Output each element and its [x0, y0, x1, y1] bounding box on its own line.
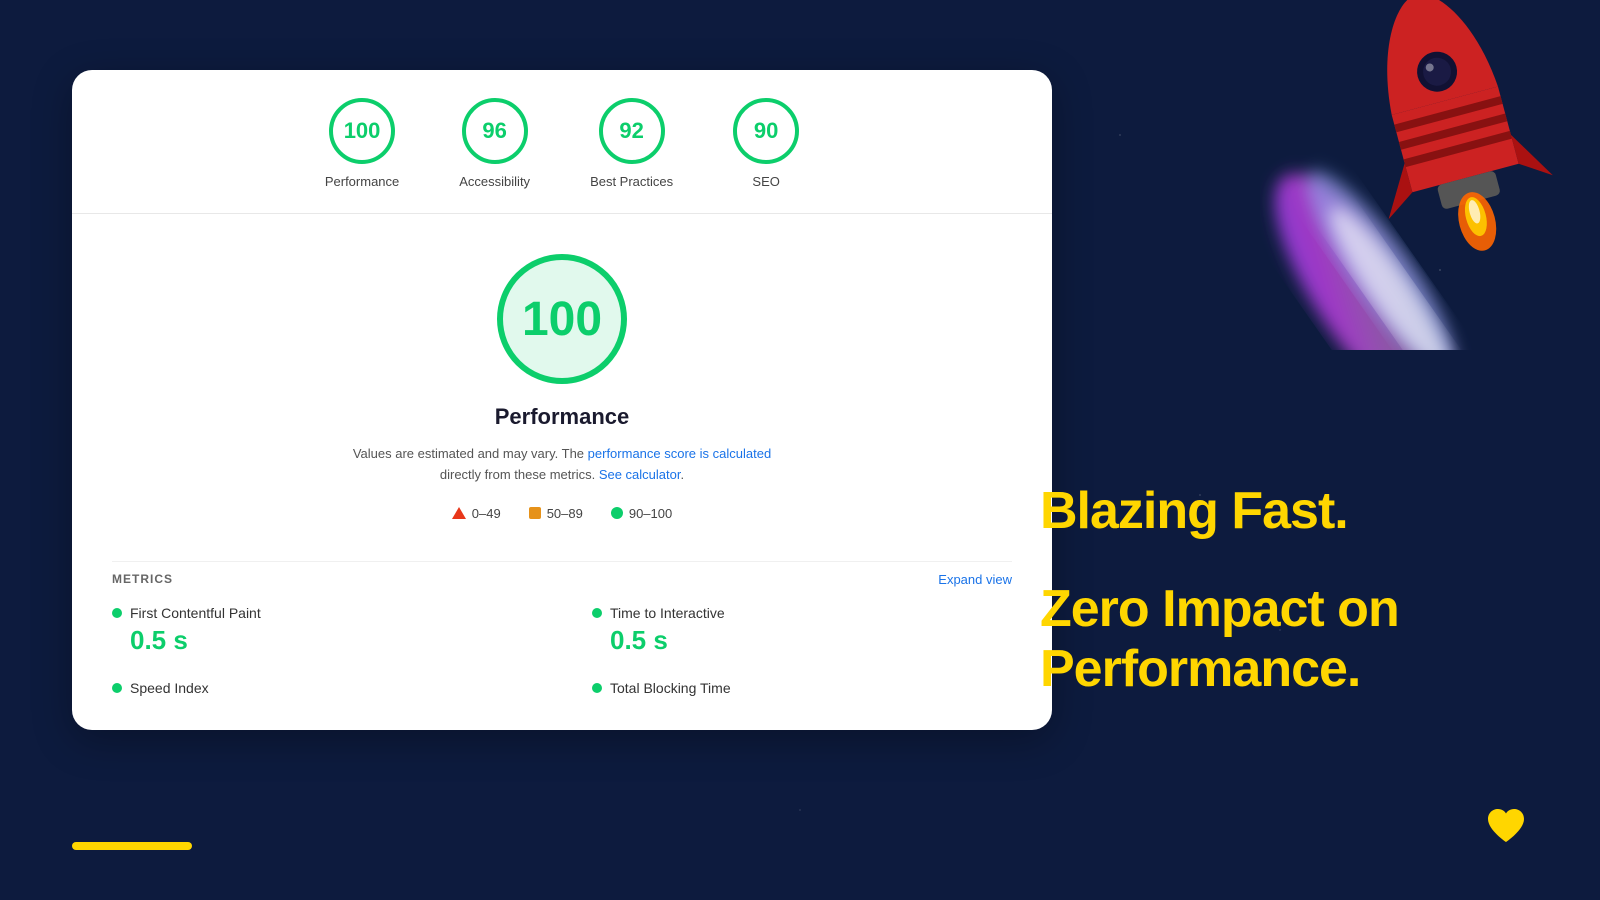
metric-value-tti: 0.5 s [592, 625, 1012, 656]
metric-item-tti: Time to Interactive 0.5 s [592, 605, 1012, 656]
desc-prefix: Values are estimated and may vary. The [353, 446, 588, 461]
score-value-seo: 90 [754, 118, 778, 144]
desc-suffix: . [680, 467, 684, 482]
performance-title: Performance [495, 404, 630, 430]
legend: 0–49 50–89 90–100 [452, 506, 672, 521]
metric-name-row-fcp: First Contentful Paint [112, 605, 532, 621]
desc-middle: directly from these metrics. [440, 467, 599, 482]
metric-name-row-tti: Time to Interactive [592, 605, 1012, 621]
score-value-accessibility: 96 [482, 118, 506, 144]
rocket-svg [1320, 0, 1580, 270]
legend-range-fail: 0–49 [472, 506, 501, 521]
metric-name-si: Speed Index [130, 680, 209, 696]
score-circle-performance: 100 [329, 98, 395, 164]
metric-name-tti: Time to Interactive [610, 605, 725, 621]
score-item-best-practices[interactable]: 92 Best Practices [590, 98, 673, 189]
heart-path [1488, 809, 1524, 842]
rocket-fin-right [1511, 127, 1553, 183]
metric-value-fcp: 0.5 s [112, 625, 532, 656]
triangle-icon [452, 507, 466, 519]
legend-item-average: 50–89 [529, 506, 583, 521]
metric-name-row-si: Speed Index [112, 680, 532, 696]
text-content: Blazing Fast. Zero Impact on Performance… [1040, 263, 1399, 700]
score-value-best-practices: 92 [619, 118, 643, 144]
metrics-label: METRICS [112, 572, 173, 586]
performance-description: Values are estimated and may vary. The p… [353, 444, 771, 486]
score-item-seo[interactable]: 90 SEO [733, 98, 799, 189]
left-panel: 100 Performance 96 Accessibility 92 Best… [72, 70, 1052, 730]
subheadline: Zero Impact on Performance. [1040, 580, 1399, 700]
metric-item-fcp: First Contentful Paint 0.5 s [112, 605, 532, 656]
metric-name-fcp: First Contentful Paint [130, 605, 261, 621]
subheadline-part2: Performance. [1040, 640, 1360, 698]
legend-range-pass: 90–100 [629, 506, 672, 521]
score-circle-seo: 90 [733, 98, 799, 164]
bottom-line [72, 842, 192, 850]
headline-line1: Blazing Fast. [1040, 483, 1399, 540]
square-icon [529, 507, 541, 519]
metrics-section: METRICS Expand view First Contentful Pai… [72, 561, 1052, 730]
lighthouse-card: 100 Performance 96 Accessibility 92 Best… [72, 70, 1052, 730]
heart-icon [1484, 806, 1528, 856]
score-item-performance[interactable]: 100 Performance [325, 98, 399, 189]
score-item-accessibility[interactable]: 96 Accessibility [459, 98, 530, 189]
heart-svg [1484, 806, 1528, 846]
right-panel: Blazing Fast. Zero Impact on Performance… [980, 0, 1600, 900]
score-label-performance: Performance [325, 174, 399, 189]
metric-dot-tti [592, 608, 602, 618]
metric-item-tbt: Total Blocking Time [592, 680, 1012, 700]
metric-item-si: Speed Index [112, 680, 532, 700]
score-circle-accessibility: 96 [462, 98, 528, 164]
score-circle-best-practices: 92 [599, 98, 665, 164]
bottom-bar [72, 842, 192, 850]
dot-icon [611, 507, 623, 519]
big-score-circle: 100 [497, 254, 627, 384]
scores-section: 100 Performance 96 Accessibility 92 Best… [72, 70, 1052, 214]
score-label-accessibility: Accessibility [459, 174, 530, 189]
performance-section: 100 Performance Values are estimated and… [72, 214, 1052, 561]
legend-range-average: 50–89 [547, 506, 583, 521]
metric-name-row-tbt: Total Blocking Time [592, 680, 1012, 696]
metric-dot-si [112, 683, 122, 693]
subheadline-part1: Zero Impact on [1040, 580, 1399, 638]
metric-dot-tbt [592, 683, 602, 693]
metric-name-tbt: Total Blocking Time [610, 680, 731, 696]
desc-link1[interactable]: performance score is calculated [588, 446, 772, 461]
metrics-header: METRICS Expand view [112, 561, 1012, 587]
legend-item-pass: 90–100 [611, 506, 672, 521]
metric-dot-fcp [112, 608, 122, 618]
big-score-number: 100 [522, 292, 602, 347]
legend-item-fail: 0–49 [452, 506, 501, 521]
score-value-performance: 100 [344, 118, 381, 144]
score-label-best-practices: Best Practices [590, 174, 673, 189]
rocket-group [1334, 0, 1567, 270]
desc-link2[interactable]: See calculator [599, 467, 681, 482]
score-label-seo: SEO [752, 174, 779, 189]
metrics-grid: First Contentful Paint 0.5 s Time to Int… [112, 605, 1012, 700]
